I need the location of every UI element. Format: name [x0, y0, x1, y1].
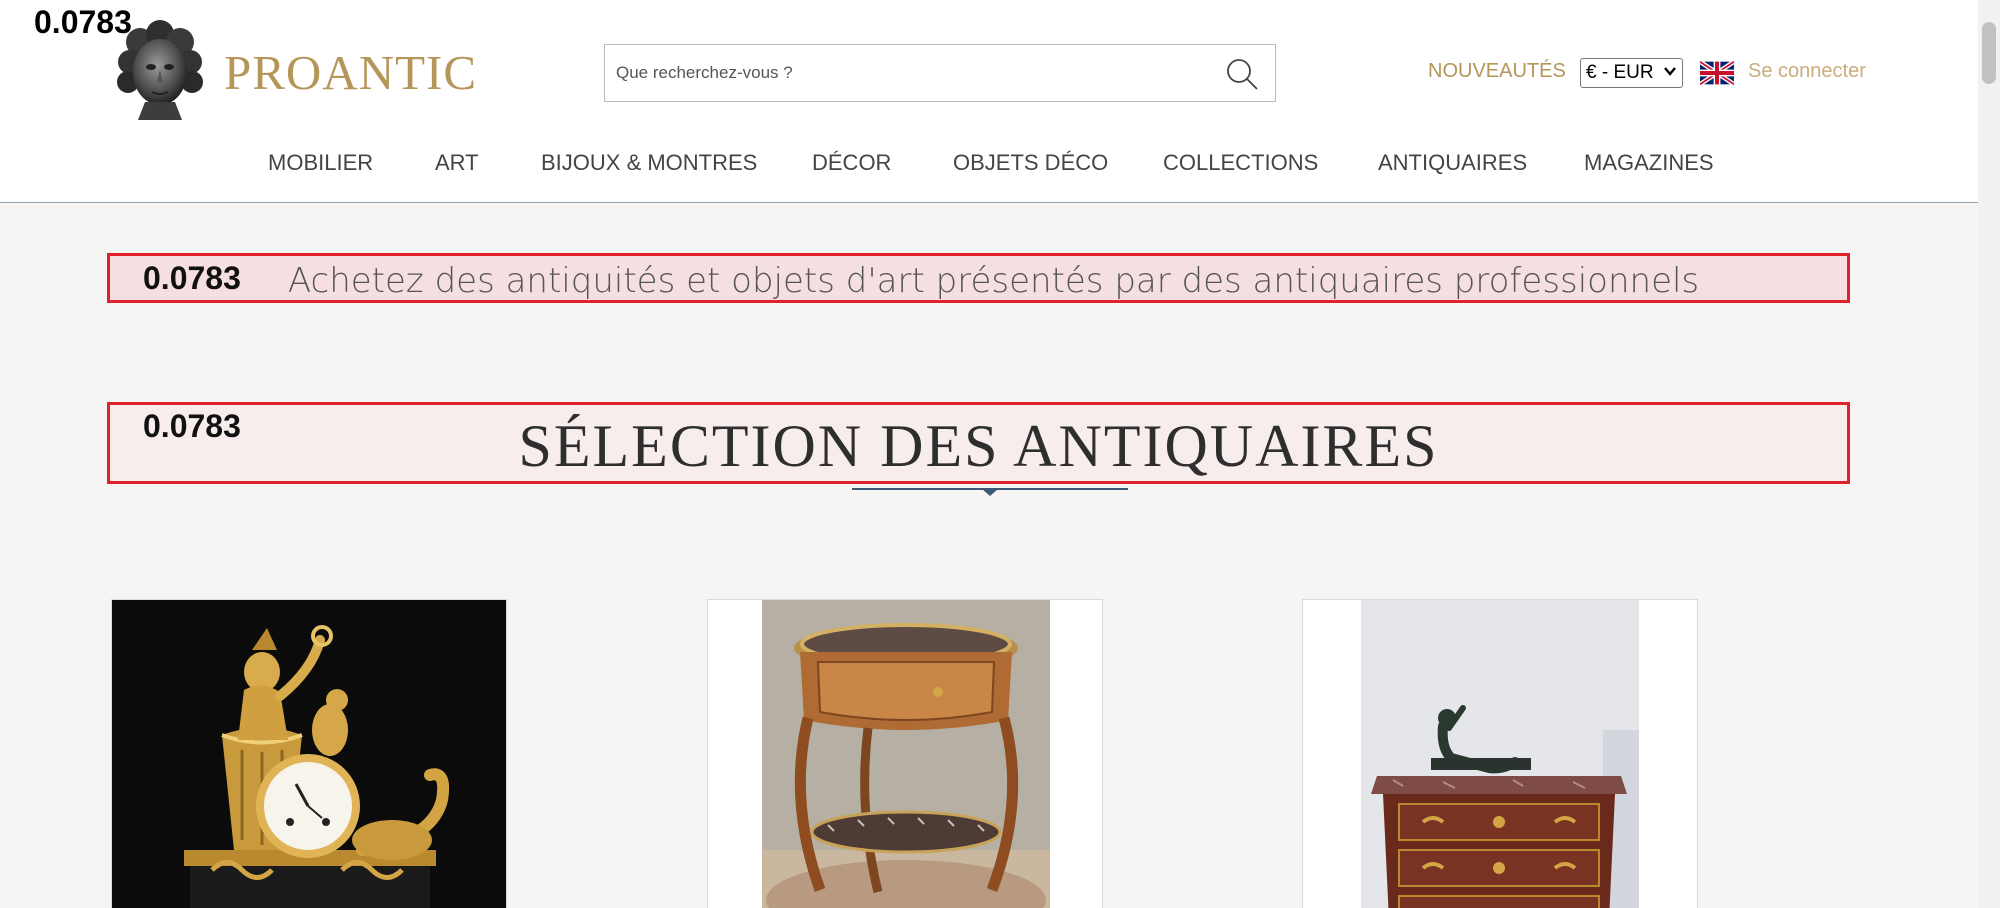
title-underline-divider [852, 488, 1128, 496]
search-box [604, 44, 1276, 102]
nav-item-art[interactable]: ART [435, 150, 479, 176]
logo-wordmark[interactable]: PROANTIC [224, 44, 477, 101]
section-header: 0.0783 SÉLECTION DES ANTIQUAIRES [107, 402, 1850, 484]
product-card[interactable] [111, 599, 507, 908]
login-link[interactable]: Se connecter [1748, 60, 1866, 83]
product-card[interactable] [1302, 599, 1698, 908]
currency-select[interactable]: € - EUR [1580, 58, 1683, 88]
nav-item-magazines[interactable]: MAGAZINES [1584, 150, 1714, 176]
nav-item-objets-deco[interactable]: OBJETS DÉCO [953, 150, 1108, 176]
search-input[interactable] [616, 45, 1196, 101]
gilt-bronze-clock-image [112, 600, 506, 908]
tagline-text: Achetez des antiquités et objets d'art p… [287, 261, 1700, 301]
main-nav: MOBILIER ART BIJOUX & MONTRES DÉCOR OBJE… [0, 150, 1978, 180]
uk-flag-icon[interactable] [1700, 61, 1734, 85]
tagline-banner: 0.0783 Achetez des antiquités et objets … [107, 253, 1850, 303]
marquetry-side-table-image [708, 600, 1102, 908]
nav-item-decor[interactable]: DÉCOR [812, 150, 891, 176]
page-scrollbar[interactable] [1978, 0, 2000, 908]
search-icon[interactable] [1225, 57, 1259, 91]
section-title: SÉLECTION DES ANTIQUAIRES [518, 413, 1439, 479]
chevron-down-icon [1664, 67, 1676, 76]
nav-item-antiquaires[interactable]: ANTIQUAIRES [1378, 150, 1527, 176]
news-link[interactable]: NOUVEAUTÉS [1428, 60, 1566, 83]
site-header: 0.0783 PROANTIC Que recherchez-vous ? NO… [0, 0, 1978, 203]
scrollbar-thumb[interactable] [1982, 22, 1996, 84]
nav-item-collections[interactable]: COLLECTIONS [1163, 150, 1318, 176]
product-card[interactable] [707, 599, 1103, 908]
currency-select-value: € - EUR [1586, 62, 1654, 83]
commode-with-bronze-figure-image [1303, 600, 1697, 908]
nav-item-mobilier[interactable]: MOBILIER [268, 150, 373, 176]
nav-item-bijoux-montres[interactable]: BIJOUX & MONTRES [541, 150, 757, 176]
score-overlay: 0.0783 [34, 4, 132, 40]
